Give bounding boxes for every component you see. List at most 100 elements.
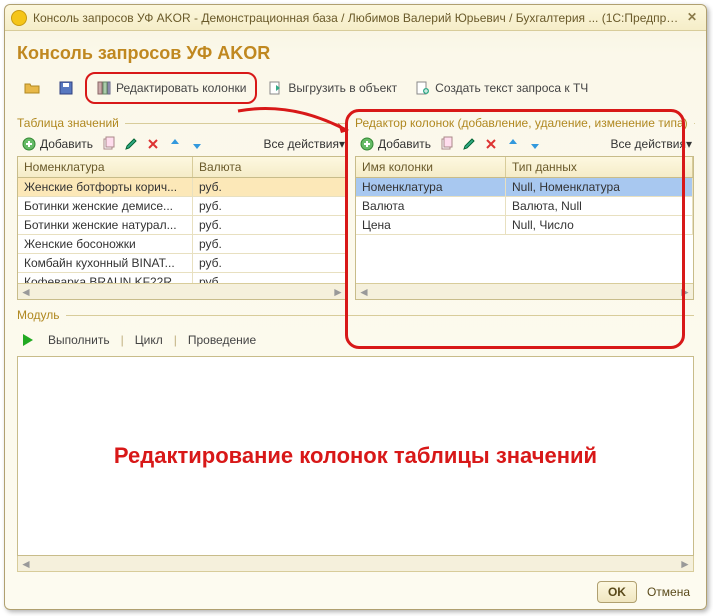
export-icon xyxy=(268,80,284,96)
move-up-button[interactable] xyxy=(503,134,523,154)
scroll-left-icon[interactable]: ◄ xyxy=(356,285,372,299)
col-header[interactable]: Имя колонки xyxy=(356,157,506,177)
open-button[interactable] xyxy=(17,77,47,99)
page-title: Консоль запросов УФ AKOR xyxy=(17,43,694,64)
copy-button[interactable] xyxy=(99,134,119,154)
folder-open-icon xyxy=(24,80,40,96)
col-header[interactable]: Тип данных xyxy=(506,157,693,177)
add-column-button[interactable]: Добавить xyxy=(355,135,435,153)
table-row[interactable]: Ботинки женские натурал...руб. xyxy=(18,216,346,235)
loop-button[interactable]: Цикл xyxy=(128,328,170,352)
columns-table-head: Имя колонки Тип данных xyxy=(356,157,693,178)
cell: руб. xyxy=(193,254,346,272)
cell: Ботинки женские демисе... xyxy=(18,197,193,215)
h-scrollbar[interactable]: ◄ ► xyxy=(356,283,693,299)
highlighted-edit-columns: Редактировать колонки xyxy=(85,72,257,104)
arrow-up-icon xyxy=(167,136,183,152)
columns-table: Имя колонки Тип данных НоменклатураNull,… xyxy=(355,156,694,300)
table-row[interactable]: Женские ботфорты корич...руб. xyxy=(18,178,346,197)
run-button[interactable] xyxy=(17,330,37,350)
posting-button[interactable]: Проведение xyxy=(181,328,263,352)
cell: руб. xyxy=(193,273,346,283)
values-toolbar: Добавить Все действия ▾ xyxy=(17,132,347,156)
delete-button[interactable] xyxy=(481,134,501,154)
cancel-button[interactable]: Отмена xyxy=(643,582,694,602)
scroll-right-icon[interactable]: ► xyxy=(677,557,693,571)
values-table: Номенклатура Валюта Женские ботфорты кор… xyxy=(17,156,347,300)
window-title: Консоль запросов УФ AKOR - Демонстрацион… xyxy=(33,11,684,25)
h-scrollbar[interactable]: ◄ ► xyxy=(18,283,346,299)
table-row[interactable]: Ботинки женские демисе...руб. xyxy=(18,197,346,216)
move-up-button[interactable] xyxy=(165,134,185,154)
columns-toolbar: Добавить Все действия ▾ xyxy=(355,132,694,156)
pencil-icon xyxy=(461,136,477,152)
values-table-label: Таблица значений xyxy=(17,116,347,130)
cell: Женские босоножки xyxy=(18,235,193,253)
scroll-right-icon[interactable]: ► xyxy=(677,285,693,299)
col-header[interactable]: Валюта xyxy=(193,157,346,177)
module-section: Модуль Выполнить | Цикл | Проведение Ред… xyxy=(17,308,694,572)
cell: руб. xyxy=(193,178,346,196)
cell: Женские ботфорты корич... xyxy=(18,178,193,196)
move-down-button[interactable] xyxy=(525,134,545,154)
module-toolbar: Выполнить | Цикл | Проведение xyxy=(17,324,694,356)
table-row[interactable]: ВалютаВалюта, Null xyxy=(356,197,693,216)
table-row[interactable]: Кофеварка BRAUN KF22Rруб. xyxy=(18,273,346,283)
plus-circle-icon xyxy=(359,136,375,152)
arrow-up-icon xyxy=(505,136,521,152)
cell: Null, Номенклатура xyxy=(506,178,693,196)
cell: Валюта xyxy=(356,197,506,215)
edit-button[interactable] xyxy=(459,134,479,154)
columns-icon xyxy=(96,80,112,96)
export-object-label: Выгрузить в объект xyxy=(288,79,397,97)
create-query-text-label: Создать текст запроса к ТЧ xyxy=(435,79,588,97)
save-button[interactable] xyxy=(51,77,81,99)
columns-table-body: НоменклатураNull, НоменклатураВалютаВалю… xyxy=(356,178,693,283)
pencil-icon xyxy=(123,136,139,152)
move-down-button[interactable] xyxy=(187,134,207,154)
table-row[interactable]: НоменклатураNull, Номенклатура xyxy=(356,178,693,197)
scroll-left-icon[interactable]: ◄ xyxy=(18,557,34,571)
copy-icon xyxy=(439,136,455,152)
arrow-down-icon xyxy=(189,136,205,152)
close-icon[interactable]: ✕ xyxy=(684,10,700,26)
main-toolbar: Редактировать колонки Выгрузить в объект… xyxy=(17,72,694,104)
x-icon xyxy=(145,136,161,152)
table-row[interactable]: Женские босоножкируб. xyxy=(18,235,346,254)
column-editor-panel: Редактор колонок (добавление, удаление, … xyxy=(355,112,694,300)
copy-icon xyxy=(101,136,117,152)
column-editor-label: Редактор колонок (добавление, удаление, … xyxy=(355,116,694,130)
table-row[interactable]: ЦенаNull, Число xyxy=(356,216,693,235)
module-label: Модуль xyxy=(17,308,694,322)
add-row-button[interactable]: Добавить xyxy=(17,135,97,153)
delete-button[interactable] xyxy=(143,134,163,154)
cell: Цена xyxy=(356,216,506,234)
app-window: Консоль запросов УФ AKOR - Демонстрацион… xyxy=(4,4,707,610)
values-table-head: Номенклатура Валюта xyxy=(18,157,346,178)
values-table-body: Женские ботфорты корич...руб.Ботинки жен… xyxy=(18,178,346,283)
create-query-text-button[interactable]: Создать текст запроса к ТЧ xyxy=(408,76,595,100)
col-header[interactable]: Номенклатура xyxy=(18,157,193,177)
h-scrollbar[interactable]: ◄ ► xyxy=(17,556,694,572)
ok-button[interactable]: OK xyxy=(597,581,637,603)
cell: руб. xyxy=(193,216,346,234)
chevron-down-icon: ▾ xyxy=(686,137,692,151)
arrow-down-icon xyxy=(527,136,543,152)
chevron-down-icon: ▾ xyxy=(339,137,345,151)
edit-columns-button[interactable]: Редактировать колонки xyxy=(89,76,253,100)
overlay-annotation: Редактирование колонок таблицы значений xyxy=(114,443,597,469)
scroll-left-icon[interactable]: ◄ xyxy=(18,285,34,299)
titlebar: Консоль запросов УФ AKOR - Демонстрацион… xyxy=(5,5,706,31)
cell: Кофеварка BRAUN KF22R xyxy=(18,273,193,283)
code-editor[interactable]: Редактирование колонок таблицы значений xyxy=(17,356,694,556)
edit-button[interactable] xyxy=(121,134,141,154)
scroll-right-icon[interactable]: ► xyxy=(330,285,346,299)
run-label-button[interactable]: Выполнить xyxy=(41,328,117,352)
cell: Null, Число xyxy=(506,216,693,234)
table-row[interactable]: Комбайн кухонный BINAT...руб. xyxy=(18,254,346,273)
copy-button[interactable] xyxy=(437,134,457,154)
all-actions-menu[interactable]: Все действия ▾ xyxy=(262,135,348,153)
x-icon xyxy=(483,136,499,152)
all-actions-menu[interactable]: Все действия ▾ xyxy=(609,135,695,153)
export-object-button[interactable]: Выгрузить в объект xyxy=(261,76,404,100)
